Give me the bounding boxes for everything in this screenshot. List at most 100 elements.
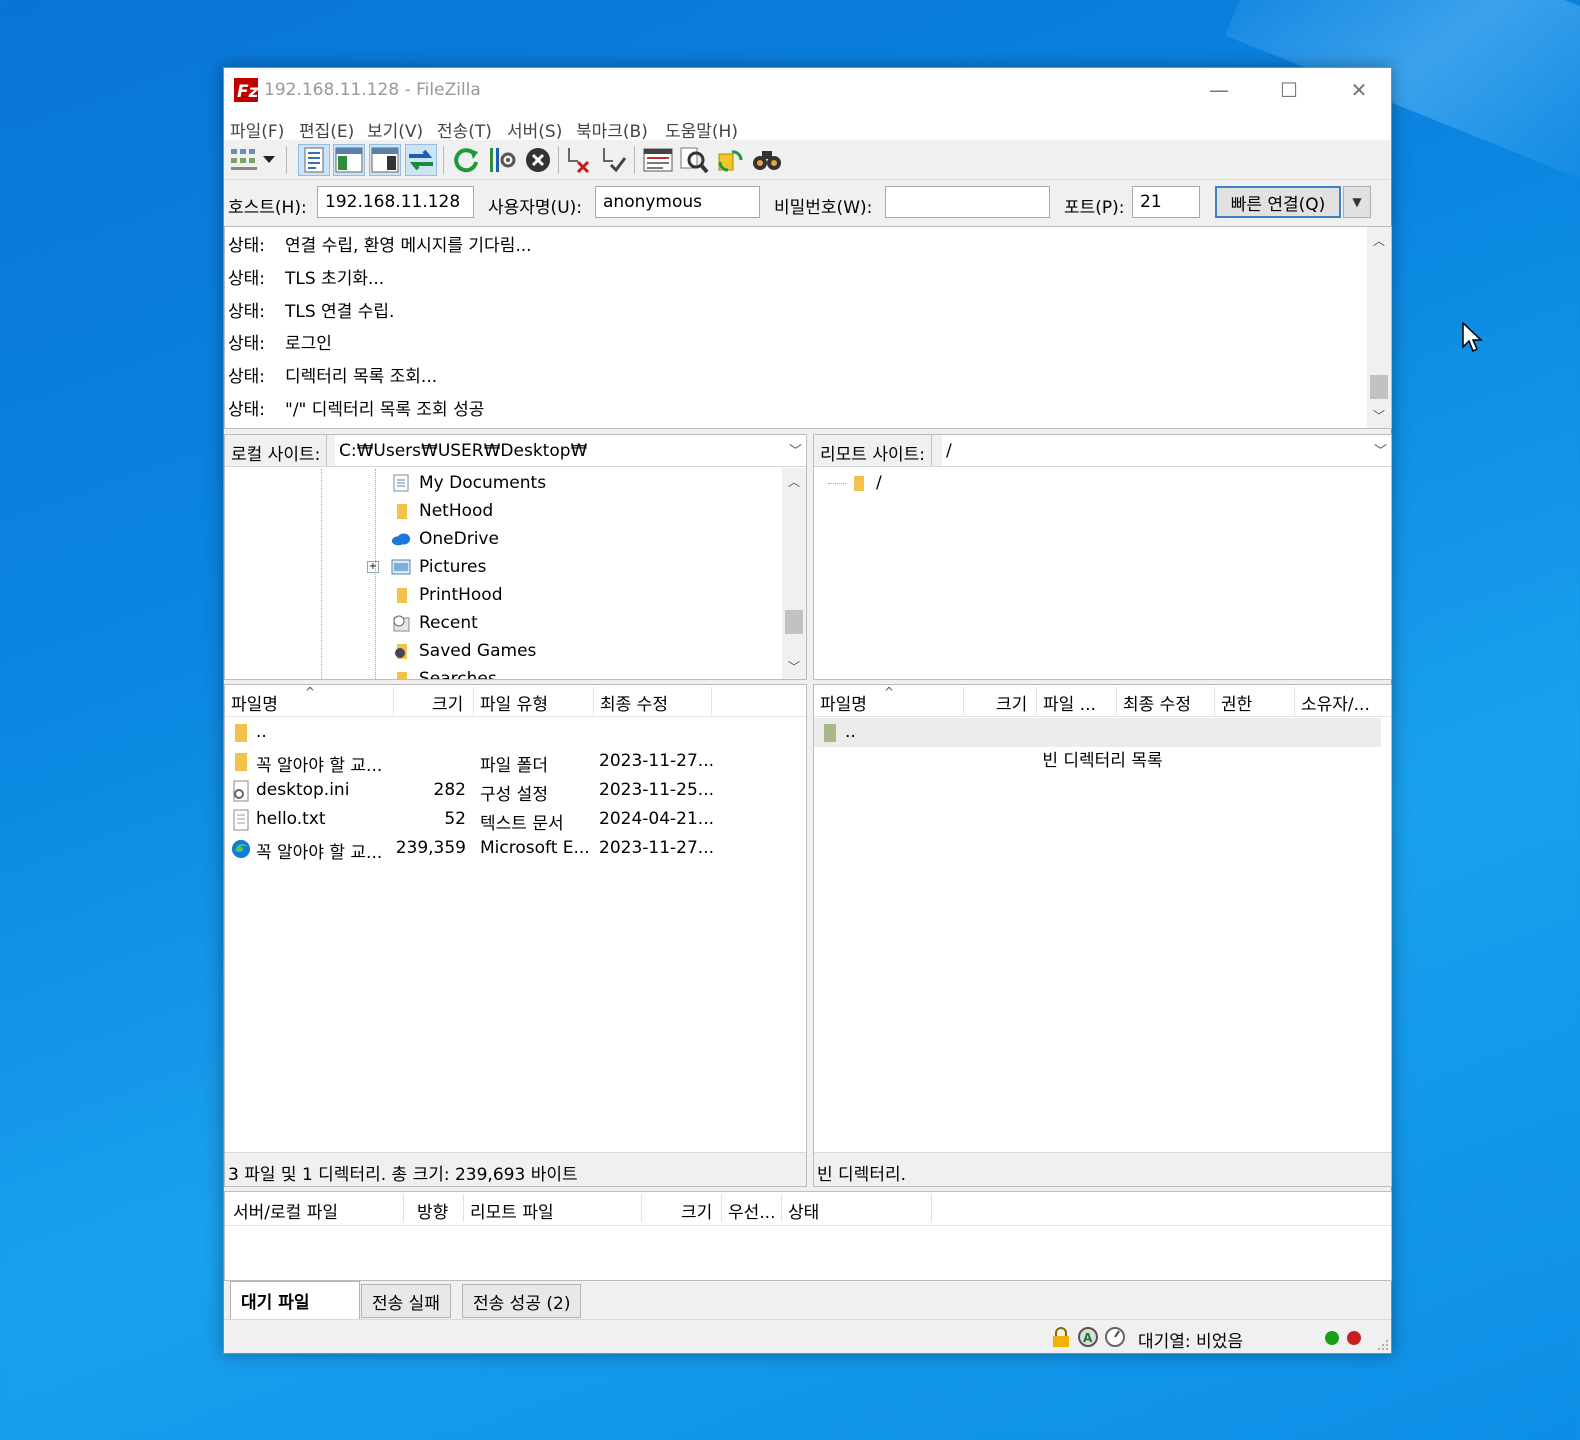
column-separator[interactable] xyxy=(1036,687,1037,715)
column-priority[interactable]: 우선... xyxy=(728,1198,776,1223)
column-separator[interactable] xyxy=(781,1194,782,1222)
tree-item-pictures[interactable]: + Pictures xyxy=(367,553,486,581)
column-separator[interactable] xyxy=(963,687,964,715)
sync-browsing-icon[interactable] xyxy=(714,144,746,176)
file-row[interactable]: 꼭 알아야 할 교... 239,359 Microsoft E... 2023… xyxy=(225,834,806,863)
menu-transfer[interactable]: 전송(T) xyxy=(437,117,492,142)
tree-item-nethood[interactable]: NetHood xyxy=(391,497,493,525)
column-owner[interactable]: 소유자/... xyxy=(1301,690,1370,715)
column-size[interactable]: 크기 xyxy=(432,690,463,715)
host-input[interactable] xyxy=(317,186,474,218)
scroll-up-icon[interactable]: ︿ xyxy=(1367,229,1391,251)
chevron-down-icon[interactable]: ﹀ xyxy=(789,440,802,459)
menu-help[interactable]: 도움말(H) xyxy=(665,117,738,142)
scroll-thumb[interactable] xyxy=(1370,375,1388,399)
cancel-icon[interactable] xyxy=(522,144,554,176)
scroll-thumb[interactable] xyxy=(785,610,803,634)
file-row[interactable]: hello.txt 52 텍스트 문서 2024-04-21... xyxy=(225,805,806,834)
toggle-remote-tree-icon[interactable] xyxy=(369,144,401,176)
column-separator[interactable] xyxy=(403,1194,404,1222)
log-scrollbar[interactable]: ︿ ﹀ xyxy=(1367,227,1391,428)
minimize-button[interactable]: — xyxy=(1184,68,1254,112)
column-type[interactable]: 파일 ... xyxy=(1043,690,1096,715)
menu-bookmarks[interactable]: 북마크(B) xyxy=(576,117,648,142)
file-row-parent[interactable]: .. xyxy=(225,718,806,747)
column-filename[interactable]: 파일명 xyxy=(231,690,278,715)
column-separator[interactable] xyxy=(1294,687,1295,715)
file-row[interactable]: desktop.ini 282 구성 설정 2023-11-25... xyxy=(225,776,806,805)
column-remote-file[interactable]: 리모트 파일 xyxy=(470,1198,554,1223)
column-separator[interactable] xyxy=(711,687,712,715)
search-remote-icon[interactable] xyxy=(751,144,783,176)
close-button[interactable]: ✕ xyxy=(1324,68,1394,112)
column-status[interactable]: 상태 xyxy=(788,1198,819,1223)
column-separator[interactable] xyxy=(593,687,594,715)
column-separator[interactable] xyxy=(1214,687,1215,715)
disconnect-icon[interactable] xyxy=(562,144,594,176)
local-tree-scrollbar[interactable]: ︿ ﹀ xyxy=(782,468,806,679)
column-direction[interactable]: 방향 xyxy=(417,1198,448,1223)
toggle-transfer-queue-icon[interactable] xyxy=(405,144,437,176)
tree-item-onedrive[interactable]: OneDrive xyxy=(391,525,499,553)
quickconnect-history-dropdown[interactable]: ▼ xyxy=(1343,186,1371,218)
directory-listing-filter-icon[interactable] xyxy=(642,144,674,176)
scroll-down-icon[interactable]: ﹀ xyxy=(1367,404,1391,426)
maximize-button[interactable]: ☐ xyxy=(1254,68,1324,112)
menu-view[interactable]: 보기(V) xyxy=(367,117,423,142)
column-separator[interactable] xyxy=(1116,687,1117,715)
column-size[interactable]: 크기 xyxy=(996,690,1027,715)
column-modified[interactable]: 최종 수정 xyxy=(600,690,668,715)
scroll-down-icon[interactable]: ﹀ xyxy=(782,655,806,677)
quickconnect-button[interactable]: 빠른 연결(Q) xyxy=(1215,186,1341,218)
process-queue-icon[interactable] xyxy=(485,144,517,176)
column-type[interactable]: 파일 유형 xyxy=(480,690,548,715)
file-row[interactable]: 꼭 알아야 할 교... 파일 폴더 2023-11-27... xyxy=(225,747,806,776)
expand-plus-icon[interactable]: + xyxy=(367,561,379,573)
menu-server[interactable]: 서버(S) xyxy=(507,117,562,142)
file-row-parent[interactable]: .. xyxy=(814,718,1381,747)
column-separator[interactable] xyxy=(641,1194,642,1222)
username-input[interactable] xyxy=(595,186,760,218)
remote-path-input[interactable]: / xyxy=(942,435,1391,466)
toggle-message-log-icon[interactable] xyxy=(298,144,330,176)
column-separator[interactable] xyxy=(463,1194,464,1222)
tree-item-my-documents[interactable]: My Documents xyxy=(391,469,546,497)
tab-successful-transfers[interactable]: 전송 성공 (2) xyxy=(462,1284,582,1318)
toolbar xyxy=(224,140,1391,180)
column-size[interactable]: 크기 xyxy=(681,1198,712,1223)
compare-directories-icon[interactable] xyxy=(678,144,710,176)
site-manager-icon[interactable] xyxy=(228,144,260,176)
local-path-input[interactable]: C:₩Users₩USER₩Desktop₩ xyxy=(335,435,806,466)
column-modified[interactable]: 최종 수정 xyxy=(1123,690,1191,715)
column-permissions[interactable]: 권한 xyxy=(1221,690,1252,715)
transfer-mode-icon[interactable]: A xyxy=(1077,1326,1099,1348)
password-input[interactable] xyxy=(885,186,1050,218)
menu-edit[interactable]: 편집(E) xyxy=(299,117,354,142)
title-bar[interactable]: Fz 192.168.11.128 - FileZilla — ☐ ✕ xyxy=(224,68,1391,112)
remote-tree-pane: 리모트 사이트: / ﹀ / xyxy=(813,434,1392,680)
column-filename[interactable]: 파일명 xyxy=(820,690,867,715)
column-separator[interactable] xyxy=(473,687,474,715)
tree-item-printhood[interactable]: PrintHood xyxy=(391,581,502,609)
column-separator[interactable] xyxy=(721,1194,722,1222)
tree-item-recent[interactable]: Recent xyxy=(391,609,478,637)
chevron-down-icon[interactable]: ﹀ xyxy=(1374,440,1387,459)
dropdown-icon[interactable] xyxy=(260,144,278,176)
column-separator[interactable] xyxy=(931,1194,932,1222)
reconnect-icon[interactable] xyxy=(597,144,629,176)
column-separator[interactable] xyxy=(393,687,394,715)
tree-item-root[interactable]: / xyxy=(828,469,882,497)
filezilla-logo-icon: Fz xyxy=(234,78,258,102)
scroll-up-icon[interactable]: ︿ xyxy=(782,470,806,492)
refresh-icon[interactable] xyxy=(450,144,482,176)
tab-queued-files[interactable]: 대기 파일 xyxy=(230,1281,360,1319)
resize-grip-icon[interactable] xyxy=(1377,1339,1389,1351)
tree-item-searches[interactable]: Searches xyxy=(391,665,497,679)
column-server-local-file[interactable]: 서버/로컬 파일 xyxy=(233,1198,338,1223)
port-input[interactable] xyxy=(1132,186,1200,218)
toggle-local-tree-icon[interactable] xyxy=(333,144,365,176)
menu-file[interactable]: 파일(F) xyxy=(230,117,284,142)
tab-failed-transfers[interactable]: 전송 실패 xyxy=(361,1284,451,1318)
tree-item-saved-games[interactable]: Saved Games xyxy=(391,637,536,665)
speed-limit-icon[interactable] xyxy=(1104,1326,1126,1348)
